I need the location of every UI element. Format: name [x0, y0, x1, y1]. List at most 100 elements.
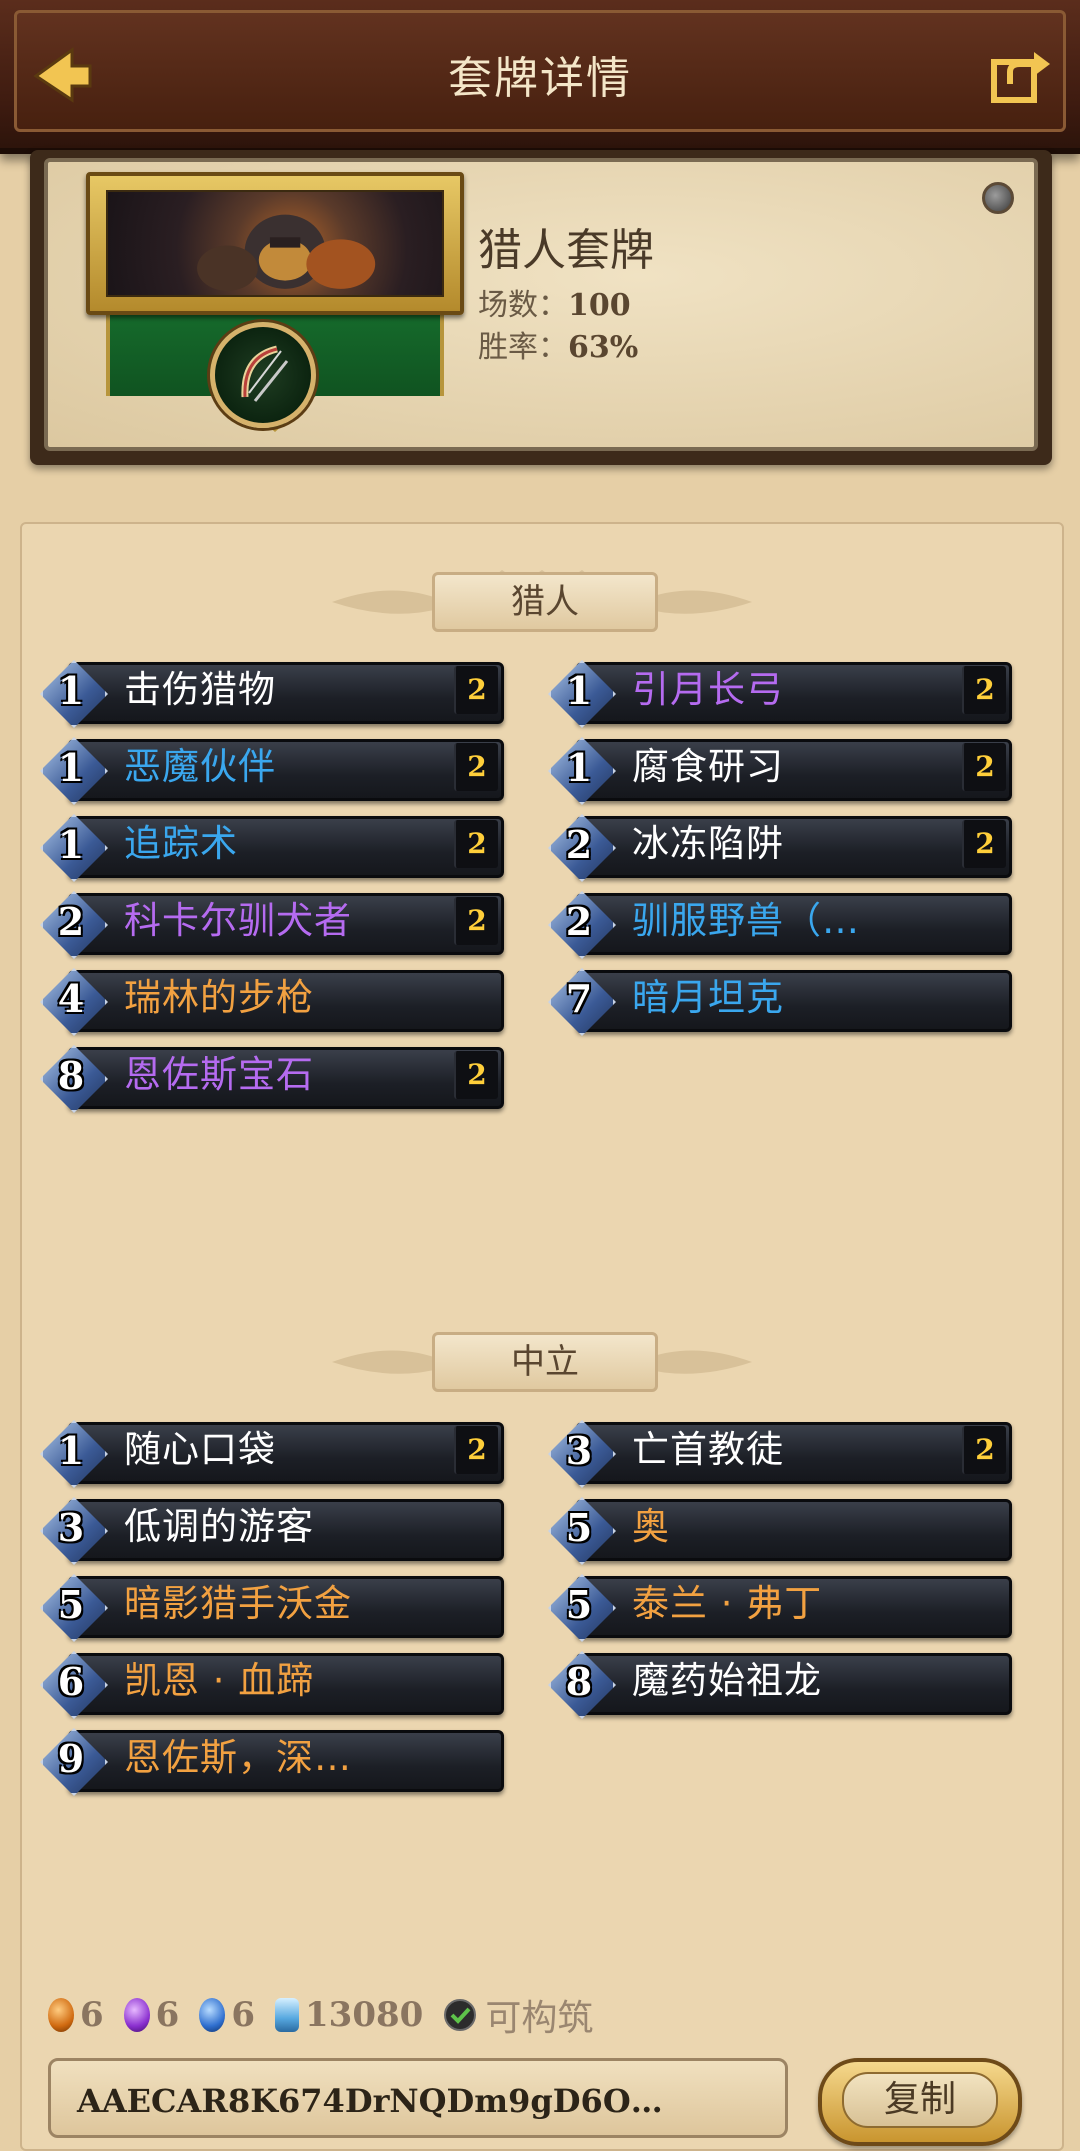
check-icon — [443, 1998, 477, 2032]
card-name: 引月长弓 — [632, 668, 784, 711]
card-cost: 5 — [57, 1582, 85, 1627]
card-row[interactable]: 1 恶魔伙伴 2 — [34, 733, 504, 805]
copy-button[interactable]: 复制 — [818, 2058, 1022, 2146]
card-name: 瑞林的步枪 — [124, 976, 314, 1019]
card-name: 击伤猎物 — [124, 668, 276, 711]
deck-info-card: 猎人套牌 场数：100 胜率：63% — [30, 150, 1052, 465]
epic-gem-icon — [123, 1998, 150, 2032]
hero-portrait-frame — [86, 172, 464, 315]
card-name: 随心口袋 — [124, 1428, 276, 1471]
deck-info-paper: 猎人套牌 场数：100 胜率：63% — [44, 158, 1038, 451]
rare-count-value: 6 — [231, 1995, 256, 2035]
card-cost: 8 — [565, 1659, 593, 1704]
card-cost: 4 — [57, 976, 85, 1021]
card-cost: 1 — [565, 745, 593, 790]
card-cost: 8 — [57, 1053, 85, 1098]
card-name: 恩佐斯宝石 — [124, 1053, 314, 1096]
card-row[interactable]: 5奥 — [542, 1493, 1012, 1565]
card-cost: 5 — [565, 1505, 593, 1550]
rare-gem-icon — [199, 1998, 226, 2032]
card-count: 2 — [454, 743, 498, 791]
legendary-count-value: 6 — [80, 1995, 104, 2035]
card-row[interactable]: 2 冰冻陷阱 2 — [542, 810, 1012, 882]
card-row[interactable]: 6 凯恩 · 血蹄 — [34, 1647, 504, 1719]
card-cost: 2 — [565, 899, 593, 944]
card-cost: 2 — [565, 822, 593, 867]
card-name: 奥 — [632, 1505, 670, 1548]
card-row[interactable]: 3 低调的游客 — [34, 1493, 504, 1565]
card-row[interactable]: 1 追踪术 2 — [34, 810, 504, 882]
card-row[interactable]: 7 暗月坦克 — [542, 964, 1012, 1036]
games-value: 100 — [568, 288, 631, 323]
screw-icon — [982, 182, 1014, 214]
card-name: 腐食研习 — [632, 745, 784, 788]
legendary-count: 6 — [48, 1995, 104, 2035]
card-count: 2 — [962, 1426, 1006, 1474]
hunter-hero-portrait — [106, 190, 444, 297]
card-row[interactable]: 2 驯服野兽（… — [542, 887, 1012, 959]
card-name: 追踪术 — [124, 822, 238, 865]
dust-cost-value: 13080 — [305, 1995, 424, 2035]
card-name: 泰兰 · 弗丁 — [632, 1582, 823, 1625]
card-count: 2 — [454, 897, 498, 945]
card-row[interactable]: 2 科卡尔驯犬者 2 — [34, 887, 504, 959]
section-header-neutral: 中立 — [22, 1314, 1062, 1404]
share-icon[interactable] — [988, 42, 1052, 106]
section-title-neutral: 中立 — [432, 1332, 658, 1392]
card-cost: 1 — [57, 1428, 85, 1473]
card-row[interactable]: 3 亡首教徒 2 — [542, 1416, 1012, 1488]
card-name: 冰冻陷阱 — [632, 822, 784, 865]
card-count: 2 — [454, 1426, 498, 1474]
card-name: 暗月坦克 — [632, 976, 784, 1019]
dust-cost: 13080 — [275, 1995, 423, 2035]
card-cost: 1 — [57, 745, 85, 790]
card-name: 凯恩 · 血蹄 — [124, 1659, 315, 1702]
games-played: 场数：100 — [478, 280, 631, 324]
card-row[interactable]: 1 腐食研习 2 — [542, 733, 1012, 805]
card-cost: 9 — [57, 1736, 85, 1781]
card-count: 2 — [454, 820, 498, 868]
card-row[interactable]: 1 击伤猎物 2 — [34, 656, 504, 728]
card-name: 暗影猎手沃金 — [124, 1582, 352, 1625]
card-row[interactable]: 8 魔药始祖龙 — [542, 1647, 1012, 1719]
epic-count-value: 6 — [155, 1995, 180, 2035]
section-title-hunter: 猎人 — [432, 572, 658, 632]
card-cost: 1 — [57, 668, 85, 713]
card-name: 恩佐斯，深… — [124, 1736, 352, 1779]
card-name: 魔药始祖龙 — [632, 1659, 822, 1702]
deck-code-field[interactable]: AAECAR8K674DrNQDm9gD6O… — [48, 2058, 788, 2138]
card-row[interactable]: 4 瑞林的步枪 — [34, 964, 504, 1036]
card-row[interactable]: 5 泰兰 · 弗丁 — [542, 1570, 1012, 1642]
craftable-status: 可构筑 — [443, 1989, 593, 2041]
card-count: 2 — [454, 666, 498, 714]
page-title: 套牌详情 — [448, 53, 632, 104]
card-count: 2 — [962, 820, 1006, 868]
card-cost: 5 — [565, 1582, 593, 1627]
rare-count: 6 — [199, 1995, 255, 2035]
card-cost: 1 — [565, 668, 593, 713]
card-cost: 2 — [57, 899, 85, 944]
card-list-panel: 猎人 1 击伤猎物 2 1 引月长弓 2 1 恶魔伙伴 2 1 腐食研习 2 1 追踪术 2 2 冰冻陷阱 2 2 科… — [20, 522, 1064, 2151]
card-cost: 6 — [57, 1659, 85, 1704]
craftable-label: 可构筑 — [485, 1998, 594, 2039]
copy-button-label: 复制 — [842, 2072, 998, 2128]
card-name: 低调的游客 — [124, 1505, 314, 1548]
epic-count: 6 — [123, 1995, 180, 2035]
card-row[interactable]: 9 恩佐斯，深… — [34, 1724, 504, 1796]
card-cost: 3 — [57, 1505, 85, 1550]
card-row[interactable]: 1 引月长弓 2 — [542, 656, 1012, 728]
card-name: 科卡尔驯犬者 — [124, 899, 352, 942]
deck-name: 猎人套牌 — [478, 225, 654, 276]
section-header-hunter: 猎人 — [22, 554, 1062, 644]
card-name: 驯服野兽（… — [632, 899, 860, 942]
games-label: 场数： — [478, 288, 568, 323]
deck-cost-summary: 6 6 6 13080 可构筑 — [48, 1990, 613, 2040]
card-name: 亡首教徒 — [632, 1428, 784, 1471]
card-name: 恶魔伙伴 — [124, 745, 276, 788]
card-count: 2 — [962, 743, 1006, 791]
winrate-value: 63% — [568, 330, 639, 365]
card-row[interactable]: 5 暗影猎手沃金 — [34, 1570, 504, 1642]
card-row[interactable]: 8 恩佐斯宝石 2 — [34, 1041, 504, 1113]
card-row[interactable]: 1 随心口袋 2 — [34, 1416, 504, 1488]
card-cost: 7 — [565, 976, 593, 1021]
